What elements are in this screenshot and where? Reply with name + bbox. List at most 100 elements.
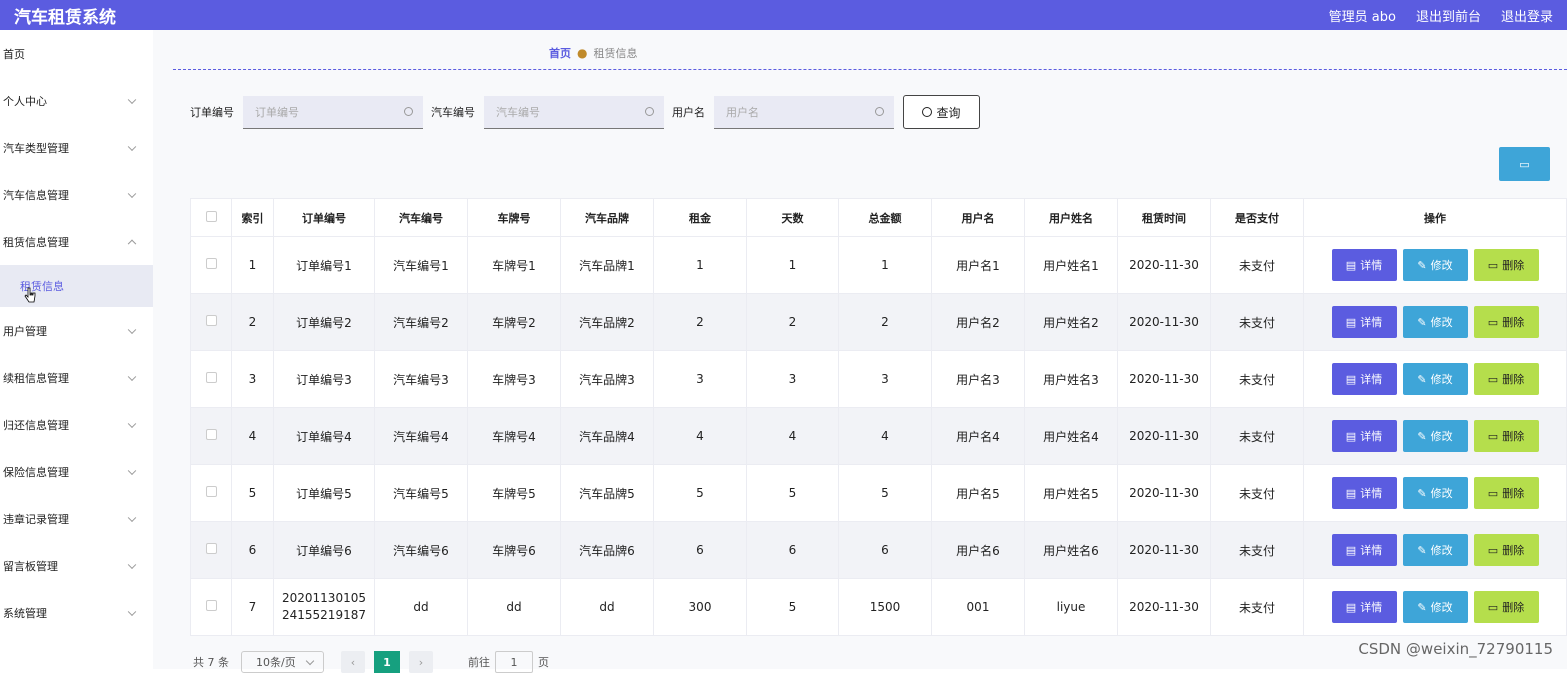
col-index: 索引: [231, 198, 274, 237]
row-select-cell[interactable]: [190, 521, 232, 579]
detail-button[interactable]: ▤ 详情: [1331, 420, 1397, 452]
delete-button[interactable]: ▭ 删除: [1473, 534, 1539, 566]
breadcrumb-home[interactable]: 首页: [549, 45, 571, 61]
sidebar-item-violation[interactable]: 违章记录管理: [0, 495, 153, 542]
app-title: 汽车租赁系统: [14, 7, 116, 28]
sidebar-item-car-info[interactable]: 汽车信息管理: [0, 171, 153, 218]
sidebar-subitem-rental-info[interactable]: 租赁信息: [0, 265, 153, 307]
table-row: 7 2020113010524155219187 dd dd dd 300 5 1500 001…: [190, 578, 1567, 636]
rental-table: 索引 订单编号 汽车编号 车牌号 汽车品牌 租金 天数 总金额 用户名 用户姓名…: [190, 198, 1567, 636]
car-input[interactable]: 汽车编号: [484, 95, 664, 129]
row-checkbox[interactable]: [205, 372, 217, 383]
table-cell: 订单编号6: [273, 521, 375, 579]
sidebar-item-car-type[interactable]: 汽车类型管理: [0, 124, 153, 171]
actions-cell: ▤ 详情 ✎ 修改 ▭ 删除: [1303, 407, 1567, 465]
table-cell: 2020-11-30: [1117, 578, 1211, 636]
order-input[interactable]: 订单编号: [243, 95, 423, 129]
sidebar-item-return[interactable]: 归还信息管理: [0, 401, 153, 448]
actions-cell: ▤ 详情 ✎ 修改 ▭ 删除: [1303, 521, 1567, 579]
total-count: 共 7 条: [193, 656, 229, 669]
edit-button[interactable]: ✎ 修改: [1402, 420, 1468, 452]
table-cell: 汽车品牌3: [560, 350, 654, 408]
delete-button[interactable]: ▭ 删除: [1473, 249, 1539, 281]
sidebar-item-insurance[interactable]: 保险信息管理: [0, 448, 153, 495]
actions-cell: ▤ 详情 ✎ 修改 ▭ 删除: [1303, 464, 1567, 522]
user-input[interactable]: 用户名: [714, 95, 894, 129]
edit-button[interactable]: ✎ 修改: [1402, 534, 1468, 566]
table-cell: 3: [746, 350, 839, 408]
trash-icon: ▭: [1519, 157, 1530, 171]
goto-page-input[interactable]: 1: [495, 651, 533, 673]
detail-button[interactable]: ▤ 详情: [1331, 534, 1397, 566]
select-all-cell[interactable]: [190, 198, 232, 237]
table-cell: 4: [231, 407, 274, 465]
detail-button[interactable]: ▤ 详情: [1331, 477, 1397, 509]
table-cell: 2020-11-30: [1117, 236, 1211, 294]
prev-page-button[interactable]: ‹: [341, 651, 365, 673]
sidebar-item-profile[interactable]: 个人中心: [0, 77, 153, 124]
row-checkbox[interactable]: [205, 600, 217, 611]
row-select-cell[interactable]: [190, 350, 232, 408]
delete-button[interactable]: ▭ 删除: [1473, 420, 1539, 452]
row-checkbox[interactable]: [205, 486, 217, 497]
row-checkbox[interactable]: [205, 315, 217, 326]
sidebar-item-rental[interactable]: 租赁信息管理: [0, 218, 153, 265]
actions-cell: ▤ 详情 ✎ 修改 ▭ 删除: [1303, 236, 1567, 294]
chevron-down-icon: [127, 419, 137, 428]
edit-button[interactable]: ✎ 修改: [1402, 363, 1468, 395]
sidebar-item-renewal[interactable]: 续租信息管理: [0, 354, 153, 401]
table-cell: 汽车品牌6: [560, 521, 654, 579]
page-number[interactable]: 1: [374, 651, 400, 673]
row-checkbox[interactable]: [205, 429, 217, 440]
trash-icon: ▭: [1487, 543, 1499, 557]
table-cell: 未支付: [1210, 407, 1304, 465]
chevron-down-icon: [127, 189, 137, 198]
sidebar-item-home[interactable]: 首页: [0, 30, 153, 77]
table-cell: 2: [653, 293, 747, 351]
row-select-cell[interactable]: [190, 236, 232, 294]
sidebar-item-users[interactable]: 用户管理: [0, 307, 153, 354]
back-front-link[interactable]: 退出到前台: [1416, 6, 1481, 25]
row-checkbox[interactable]: [205, 258, 217, 269]
pencil-icon: ✎: [1417, 600, 1427, 614]
table-cell: 车牌号1: [467, 236, 561, 294]
table-cell: 用户名1: [931, 236, 1025, 294]
batch-delete-button[interactable]: ▭: [1499, 147, 1550, 181]
detail-button[interactable]: ▤ 详情: [1331, 363, 1397, 395]
detail-button[interactable]: ▤ 详情: [1331, 249, 1397, 281]
delete-button[interactable]: ▭ 删除: [1473, 477, 1539, 509]
table-cell: 1500: [838, 578, 932, 636]
table-row: 6 订单编号6 汽车编号6 车牌号6 汽车品牌6 6 6 6 用户名6 用户姓名6 2020-11-…: [190, 521, 1567, 579]
detail-button[interactable]: ▤ 详情: [1331, 306, 1397, 338]
next-page-button[interactable]: ›: [409, 651, 433, 673]
delete-button[interactable]: ▭ 删除: [1473, 591, 1539, 623]
table-cell: 1: [231, 236, 274, 294]
table-cell: 3: [653, 350, 747, 408]
table-cell: 300: [653, 578, 747, 636]
row-select-cell[interactable]: [190, 578, 232, 636]
row-checkbox[interactable]: [205, 543, 217, 554]
detail-button[interactable]: ▤ 详情: [1331, 591, 1397, 623]
row-select-cell[interactable]: [190, 464, 232, 522]
delete-button[interactable]: ▭ 删除: [1473, 363, 1539, 395]
pencil-icon: ✎: [1417, 372, 1427, 386]
sidebar-item-messages[interactable]: 留言板管理: [0, 542, 153, 589]
logout-link[interactable]: 退出登录: [1501, 6, 1553, 25]
edit-button[interactable]: ✎ 修改: [1402, 591, 1468, 623]
row-select-cell[interactable]: [190, 407, 232, 465]
table-cell: 6: [746, 521, 839, 579]
edit-button[interactable]: ✎ 修改: [1402, 249, 1468, 281]
table-cell: dd: [467, 578, 561, 636]
edit-button[interactable]: ✎ 修改: [1402, 477, 1468, 509]
delete-button[interactable]: ▭ 删除: [1473, 306, 1539, 338]
edit-button[interactable]: ✎ 修改: [1402, 306, 1468, 338]
table-cell: 订单编号1: [273, 236, 375, 294]
search-button[interactable]: 查询: [903, 95, 980, 129]
table-row: 1 订单编号1 汽车编号1 车牌号1 汽车品牌1 1 1 1 用户名1 用户姓名1 2020-11-…: [190, 236, 1567, 294]
sidebar-item-system[interactable]: 系统管理: [0, 589, 153, 636]
select-all-checkbox[interactable]: [205, 210, 217, 222]
table-cell: 车牌号2: [467, 293, 561, 351]
row-select-cell[interactable]: [190, 293, 232, 351]
col-plate: 车牌号: [467, 198, 561, 237]
page-size-select[interactable]: 10条/页: [241, 651, 324, 673]
